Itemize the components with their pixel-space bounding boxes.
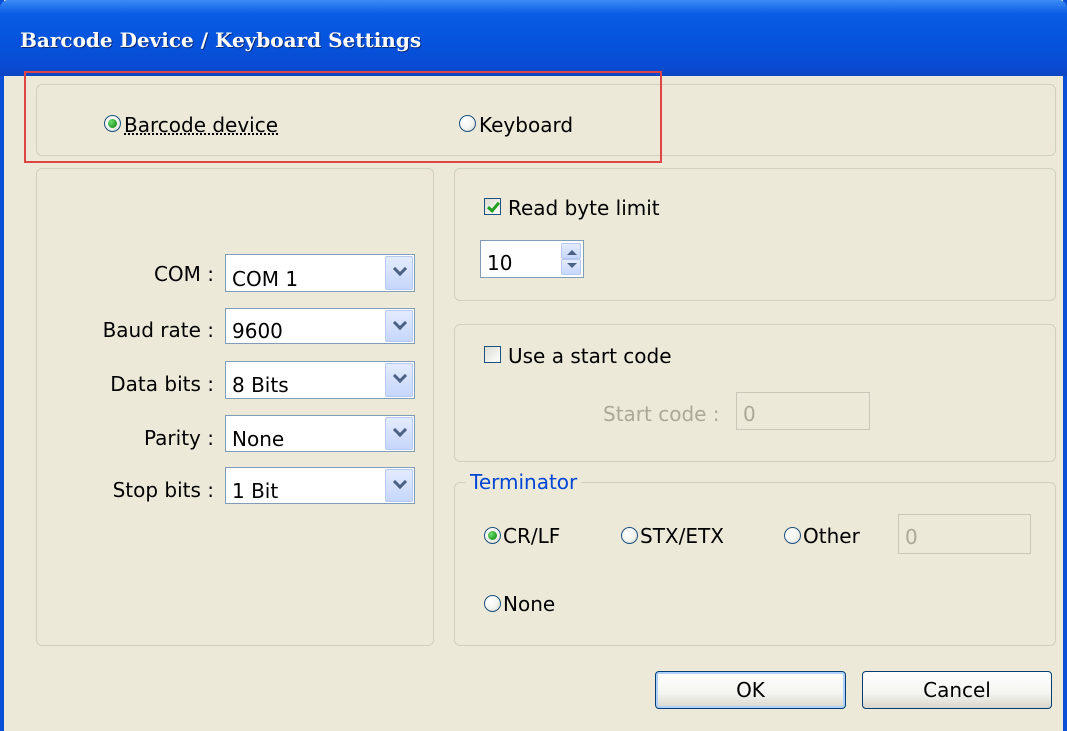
chevron-down-icon[interactable]: [385, 417, 413, 450]
read-byte-limit-value: 10: [487, 251, 513, 275]
terminator-group: [454, 482, 1056, 646]
stx-etx-radio[interactable]: [621, 527, 638, 544]
read-limit-group: [454, 168, 1056, 301]
com-select[interactable]: COM 1: [225, 254, 415, 292]
chevron-down-icon[interactable]: [385, 310, 413, 342]
terminator-legend: Terminator: [466, 470, 582, 494]
data-bits-label: Data bits :: [110, 372, 214, 396]
cr-lf-radio[interactable]: [484, 527, 501, 544]
read-byte-limit-label[interactable]: Read byte limit: [508, 196, 660, 220]
cr-lf-label[interactable]: CR/LF: [503, 524, 560, 548]
keyboard-label[interactable]: Keyboard: [479, 113, 573, 137]
read-byte-limit-checkbox[interactable]: [484, 198, 501, 215]
other-label[interactable]: Other: [803, 524, 860, 548]
serial-settings-group: [36, 168, 434, 646]
chevron-down-icon[interactable]: [385, 256, 413, 290]
other-radio[interactable]: [784, 527, 801, 544]
com-value: COM 1: [232, 267, 299, 291]
none-radio[interactable]: [484, 595, 501, 612]
spin-up-button[interactable]: [561, 243, 581, 259]
keyboard-radio[interactable]: [459, 115, 476, 132]
use-start-code-label[interactable]: Use a start code: [508, 344, 672, 368]
spin-down-button[interactable]: [561, 259, 581, 275]
stop-bits-value: 1 Bit: [232, 479, 279, 503]
com-label: COM :: [153, 262, 214, 286]
chevron-down-icon[interactable]: [385, 469, 413, 502]
barcode-device-label[interactable]: Barcode device: [124, 113, 278, 137]
other-terminator-value: 0: [905, 525, 918, 549]
use-start-code-checkbox[interactable]: [484, 346, 501, 363]
stop-bits-label: Stop bits :: [112, 478, 214, 502]
parity-label: Parity :: [144, 426, 214, 450]
read-byte-limit-input[interactable]: 10: [480, 240, 584, 278]
parity-value: None: [232, 427, 285, 451]
spinner-icon[interactable]: [561, 243, 581, 275]
title-bar[interactable]: Barcode Device / Keyboard Settings: [0, 0, 1067, 76]
parity-select[interactable]: None: [225, 415, 415, 452]
stx-etx-label[interactable]: STX/ETX: [640, 524, 724, 548]
ok-button[interactable]: OK: [655, 671, 846, 709]
other-terminator-input[interactable]: 0: [898, 514, 1031, 554]
start-code-input[interactable]: 0: [736, 392, 870, 430]
barcode-device-radio[interactable]: [104, 115, 121, 132]
baud-rate-value: 9600: [232, 319, 283, 343]
start-code-label: Start code :: [603, 402, 720, 426]
baud-rate-select[interactable]: 9600: [225, 308, 415, 344]
none-label[interactable]: None: [503, 592, 555, 616]
stop-bits-select[interactable]: 1 Bit: [225, 467, 415, 504]
start-code-value: 0: [743, 402, 756, 426]
data-bits-select[interactable]: 8 Bits: [225, 361, 415, 399]
data-bits-value: 8 Bits: [232, 373, 289, 397]
baud-rate-label: Baud rate :: [102, 318, 214, 342]
chevron-down-icon[interactable]: [385, 363, 413, 397]
cancel-button[interactable]: Cancel: [862, 671, 1052, 709]
window-title: Barcode Device / Keyboard Settings: [20, 28, 422, 52]
